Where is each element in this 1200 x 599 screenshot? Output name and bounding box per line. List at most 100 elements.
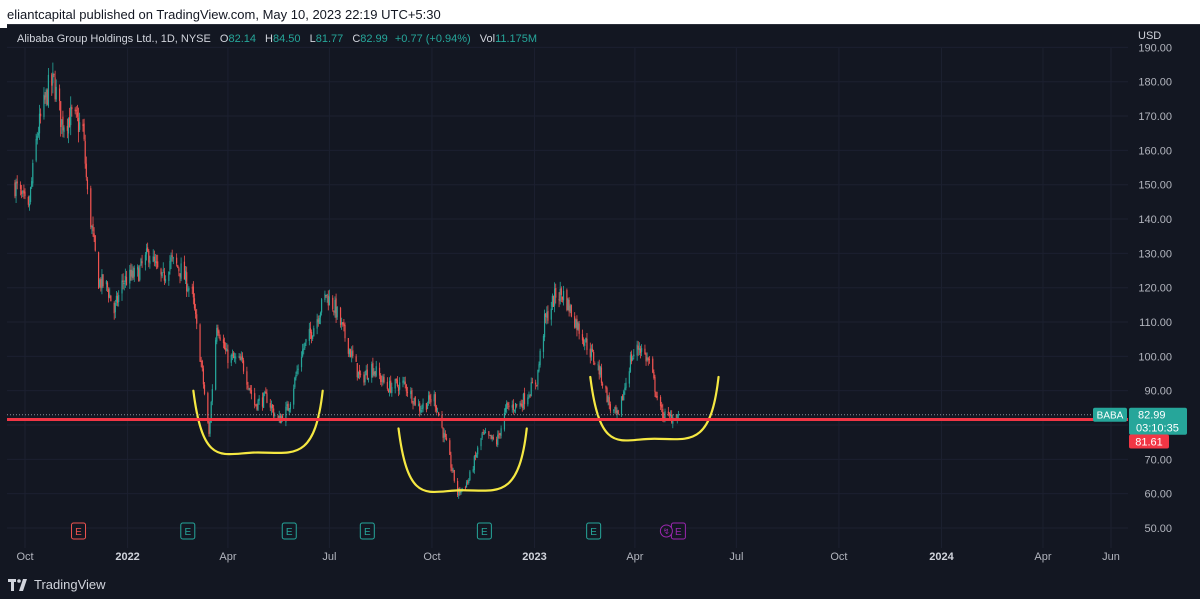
candle-body (52, 72, 54, 84)
candle-body (402, 380, 404, 383)
candle-body (179, 273, 181, 277)
candle-body (562, 291, 565, 301)
open-value: 82.14 (228, 33, 256, 45)
candle-body (519, 403, 521, 407)
candle-body (363, 374, 365, 383)
candle-body (492, 437, 494, 440)
currency-label[interactable]: USD (1138, 30, 1161, 42)
candle-body (317, 319, 319, 323)
candle-body (625, 382, 627, 389)
candle-body (601, 383, 604, 386)
candle-body (654, 376, 656, 393)
earnings-marker[interactable]: E (281, 522, 297, 540)
candle-body (53, 73, 55, 75)
candle-body (172, 257, 174, 259)
candle-body (14, 182, 16, 197)
candle-body (223, 341, 226, 349)
candle-body (108, 289, 110, 298)
candle-body (84, 141, 86, 164)
candle-body (211, 389, 213, 402)
high-label: H (265, 33, 273, 45)
candle-body (607, 396, 609, 402)
high-value: 84.50 (273, 33, 301, 45)
candle-body (452, 469, 454, 471)
candle-body (637, 345, 639, 350)
candle-body (659, 397, 662, 407)
earnings-marker[interactable]: E (180, 522, 196, 540)
symbol-title[interactable]: Alibaba Group Holdings Ltd., 1D, NYSE (17, 33, 211, 45)
candle-body (574, 316, 576, 328)
candle-body (442, 427, 444, 438)
candle-body (130, 270, 132, 277)
x-tick-label: Apr (1034, 551, 1051, 563)
candle-body (157, 261, 159, 268)
x-tick-label: 2024 (929, 551, 954, 563)
earnings-marker[interactable]: E (476, 522, 492, 540)
candle-body (141, 261, 143, 264)
candle-body (226, 349, 228, 352)
candle-body (594, 363, 596, 365)
candle-body (585, 337, 587, 343)
candle-body (558, 299, 560, 301)
candle-body (312, 335, 314, 339)
candle-body (662, 408, 664, 419)
candle-body (600, 367, 603, 383)
volume-label: Vol (479, 33, 496, 45)
tradingview-brand[interactable]: TradingView (8, 577, 106, 592)
candle-body (639, 348, 642, 354)
candle-body (425, 403, 427, 410)
candle-body (381, 380, 383, 382)
candle-body (444, 433, 446, 438)
candle-body (255, 404, 257, 406)
earnings-marker[interactable]: E (71, 522, 87, 540)
candle-body (652, 358, 654, 373)
candle-body (116, 296, 119, 303)
candle-body (46, 90, 48, 105)
candle-body (584, 343, 586, 346)
candle-body (36, 135, 38, 141)
candle-body (382, 375, 384, 383)
candle-body (180, 263, 182, 279)
candle-body (606, 388, 608, 403)
candle-body (390, 380, 392, 393)
candle-body (209, 421, 211, 434)
earnings-marker[interactable]: E (586, 522, 602, 540)
candle-body (161, 272, 163, 277)
price-chart[interactable]: 50.0060.0070.0080.0090.00100.00110.00120… (0, 0, 1200, 599)
candle-body (387, 389, 390, 393)
candle-body (490, 434, 492, 439)
candle-body (482, 432, 484, 434)
candle-body (578, 323, 580, 334)
earnings-marker[interactable]: E (359, 522, 375, 540)
candle-body (241, 355, 244, 360)
candle-body (219, 337, 221, 340)
candle-body (271, 404, 274, 409)
candle-body (527, 397, 529, 405)
candle-body (153, 256, 155, 262)
candle-body (183, 261, 186, 280)
candle-body (543, 313, 546, 338)
earnings-label: E (364, 527, 371, 538)
candle-body (554, 288, 556, 306)
candle-body (38, 113, 41, 134)
candle-body (488, 431, 490, 436)
candle-body (380, 375, 382, 382)
candle-body (140, 259, 142, 266)
candle-body (148, 250, 150, 263)
candle-body (154, 261, 157, 263)
candle-body (288, 408, 290, 413)
candle-body (287, 403, 289, 411)
candle-body (194, 309, 197, 315)
candle-body (201, 361, 203, 369)
candle-body (308, 329, 310, 341)
earnings-marker[interactable]: E↯ (659, 522, 686, 540)
candle-body (184, 270, 187, 281)
earnings-label: E (481, 527, 488, 538)
candle-body (422, 403, 424, 409)
candle-body (457, 480, 459, 496)
candle-body (264, 392, 266, 394)
y-tick-label: 50.00 (1144, 523, 1172, 535)
candle-body (567, 298, 569, 311)
candle-body (575, 319, 577, 328)
earnings-label: E (286, 527, 293, 538)
